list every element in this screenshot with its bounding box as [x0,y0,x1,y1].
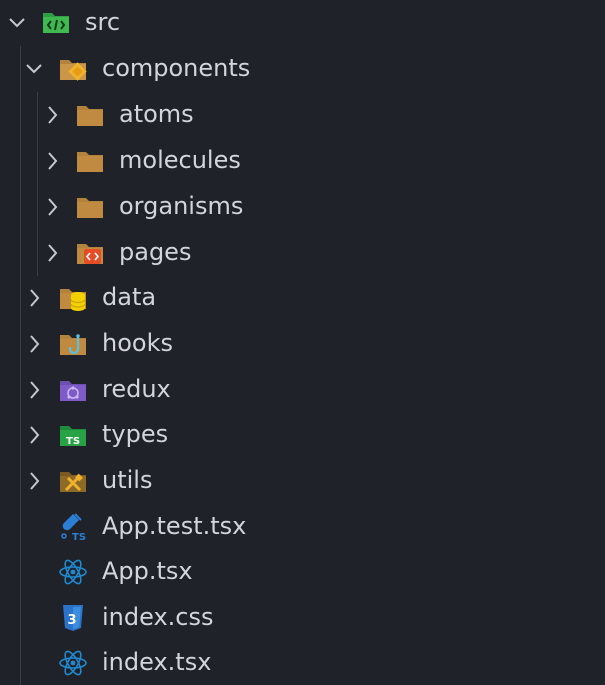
indent-guide [20,138,21,184]
tree-item-data[interactable]: data [0,275,605,321]
indent-guide [37,138,38,184]
chevron-down-icon[interactable] [8,10,26,36]
indent-guide [20,275,21,321]
folder-icon [77,198,103,218]
tree-item-label: atoms [119,100,194,128]
tree-item-label: index.tsx [102,648,212,676]
svg-text:3: 3 [68,613,77,628]
indent-guide [20,595,21,641]
folder-hooks-icon [60,334,86,355]
tree-item-label: pages [119,238,192,266]
folder-utils-icon [60,472,86,492]
indent-guide [37,230,38,276]
indent-guide [20,92,21,138]
chevron-right-icon[interactable] [43,240,61,266]
tree-item-index-tsx[interactable]: index.tsx [0,640,605,685]
indent-guide [20,504,21,550]
folder-data-icon [60,289,86,311]
folder-types-icon: TS [60,426,86,447]
react-icon [59,650,87,676]
tree-item-label: src [85,8,121,36]
tree-item-app-tsx[interactable]: App.tsx [0,549,605,595]
file-explorer-tree: src components atoms molecules organisms… [0,0,605,685]
tree-item-label: hooks [102,329,173,357]
css-icon: 3 [63,605,83,631]
tree-item-label: redux [102,375,171,403]
tree-item-label: components [102,54,251,82]
tree-item-label: organisms [119,192,244,220]
indent-guide [37,92,38,138]
indent-guide [20,321,21,367]
tree-item-label: App.test.tsx [102,512,247,540]
tree-item-label: molecules [119,146,241,174]
chevron-right-icon[interactable] [25,285,43,311]
tree-item-app-test-tsx[interactable]: TS App.test.tsx [0,504,605,550]
tree-item-label: data [102,283,157,311]
indent-guide [20,549,21,595]
tree-item-src[interactable]: src [0,0,605,46]
chevron-right-icon[interactable] [43,194,61,220]
tree-item-redux[interactable]: redux [0,367,605,413]
indent-guide [20,640,21,685]
indent-guide [20,412,21,458]
indent-guide [20,46,21,92]
tree-item-pages[interactable]: pages [0,230,605,276]
svg-text:TS: TS [72,532,86,542]
folder-components-icon [60,60,87,81]
tree-item-label: index.css [102,603,214,631]
chevron-right-icon[interactable] [43,102,61,128]
tree-item-organisms[interactable]: organisms [0,184,605,230]
indent-guide [20,184,21,230]
folder-pages-icon [77,244,103,264]
tree-item-label: App.tsx [102,557,193,585]
svg-text:TS: TS [66,436,80,447]
chevron-right-icon[interactable] [25,468,43,494]
folder-icon [77,152,103,172]
tree-item-molecules[interactable]: molecules [0,138,605,184]
tree-item-utils[interactable]: utils [0,458,605,504]
chevron-right-icon[interactable] [43,148,61,174]
chevron-right-icon[interactable] [25,331,43,357]
react-icon [59,559,87,585]
test-tsx-icon: TS [61,513,86,542]
folder-src-icon [43,13,69,33]
tree-item-components[interactable]: components [0,46,605,92]
indent-guide [20,458,21,504]
tree-item-atoms[interactable]: atoms [0,92,605,138]
indent-guide [37,184,38,230]
indent-guide [20,367,21,413]
indent-guide [20,230,21,276]
chevron-down-icon[interactable] [25,56,43,82]
chevron-right-icon[interactable] [25,422,43,448]
tree-item-hooks[interactable]: hooks [0,321,605,367]
tree-item-label: utils [102,466,153,494]
tree-item-label: types [102,420,169,448]
folder-redux-icon [60,381,86,401]
chevron-right-icon[interactable] [25,377,43,403]
tree-item-types[interactable]: TS types [0,412,605,458]
folder-icon [77,106,103,126]
tree-item-index-css[interactable]: 3 index.css [0,595,605,641]
